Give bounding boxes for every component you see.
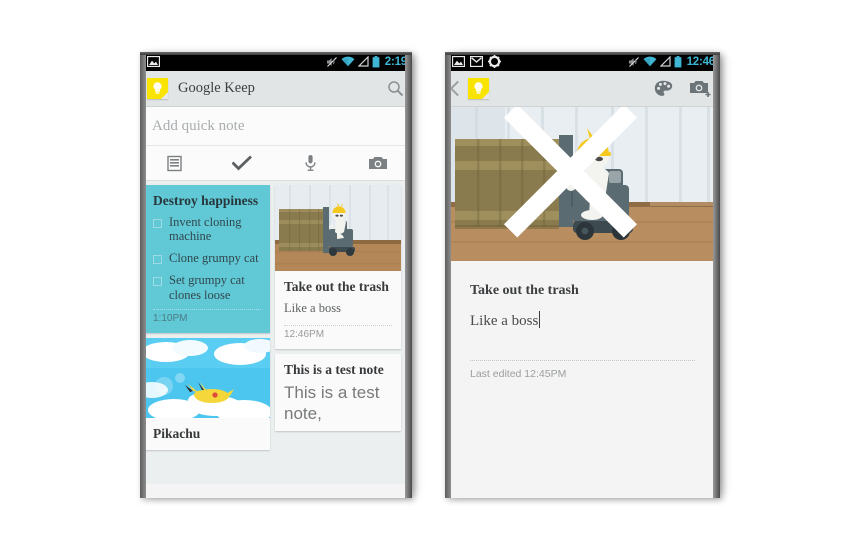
page-title: Google Keep bbox=[178, 80, 255, 96]
keep-logo-icon[interactable] bbox=[147, 78, 168, 99]
divider bbox=[153, 309, 261, 311]
palette-icon[interactable] bbox=[654, 80, 673, 97]
close-icon[interactable] bbox=[445, 107, 708, 248]
divider bbox=[284, 324, 392, 326]
gmail-icon bbox=[470, 56, 483, 67]
phone1-bezel-top bbox=[140, 52, 412, 55]
phone-device-note-detail: 12:46 Take out the trash Like a boss Las… bbox=[445, 52, 720, 498]
checklist-item[interactable]: Invent cloning machine bbox=[153, 215, 261, 245]
phone1-status-left-icons bbox=[147, 56, 160, 67]
checkmark-icon bbox=[232, 155, 252, 170]
phone2-status-right-icons: 12:46 bbox=[628, 55, 716, 68]
phone2-action-bar bbox=[445, 71, 720, 107]
phone1-screen: 2:19 Google Keep Add quick note Destroy … bbox=[140, 52, 412, 498]
checkbox-icon[interactable] bbox=[153, 255, 162, 265]
phone-device-list-view: 2:19 Google Keep Add quick note Destroy … bbox=[140, 52, 412, 498]
search-icon[interactable] bbox=[387, 80, 404, 97]
checklist-item[interactable]: Clone grumpy cat bbox=[153, 251, 261, 266]
quick-note-input[interactable]: Add quick note bbox=[140, 107, 412, 146]
camera-icon bbox=[369, 157, 387, 169]
note-body-field[interactable]: Like a boss bbox=[470, 313, 538, 330]
phone2-bezel-left bbox=[445, 52, 451, 498]
phone1-action-bar-actions bbox=[387, 80, 404, 97]
battery-icon bbox=[674, 55, 681, 67]
phone1-bezel-left bbox=[140, 52, 146, 498]
note-hero-image[interactable] bbox=[445, 107, 720, 261]
checkbox-icon[interactable] bbox=[153, 276, 162, 286]
text-cursor bbox=[539, 311, 541, 328]
checklist-item-label: Set grumpy cat clones loose bbox=[169, 272, 245, 302]
note-title: Pikachu bbox=[153, 426, 201, 442]
note-timestamp: 12:46PM bbox=[284, 328, 325, 340]
keep-logo-icon[interactable] bbox=[468, 78, 489, 99]
wifi-icon bbox=[643, 56, 656, 67]
note-body: Like a boss bbox=[284, 300, 341, 315]
new-list-button[interactable] bbox=[140, 155, 208, 172]
camera-add-icon[interactable] bbox=[689, 79, 712, 98]
note-title-field[interactable]: Take out the trash bbox=[470, 283, 695, 299]
checkbox-icon[interactable] bbox=[153, 218, 162, 228]
phone2-status-time: 12:46 bbox=[686, 55, 716, 68]
quick-note-placeholder: Add quick note bbox=[152, 117, 245, 134]
notes-column-left: Destroy happiness Invent cloning machine… bbox=[144, 185, 270, 484]
notes-grid: Destroy happiness Invent cloning machine… bbox=[140, 181, 412, 484]
gear-icon bbox=[488, 55, 501, 68]
phone1-bezel-right bbox=[405, 52, 412, 498]
mute-icon bbox=[628, 56, 639, 67]
crate bbox=[279, 209, 323, 251]
phone1-status-time: 2:19 bbox=[384, 55, 407, 68]
phone1-status-right-icons: 2:19 bbox=[326, 55, 407, 68]
note-card-pikachu[interactable]: Pikachu bbox=[144, 338, 270, 450]
note-card-test-note[interactable]: This is a test note This is a test note, bbox=[275, 353, 401, 431]
battery-icon bbox=[372, 55, 380, 67]
phone2-bezel-right bbox=[713, 52, 720, 498]
last-edited-label: Last edited 12:45PM bbox=[470, 368, 567, 380]
microphone-icon bbox=[304, 155, 316, 171]
note-title: Destroy happiness bbox=[153, 193, 259, 208]
wifi-icon bbox=[341, 56, 355, 67]
checklist-item-label: Clone grumpy cat bbox=[169, 251, 259, 266]
image-icon bbox=[452, 56, 465, 67]
note-body: This is a test note, bbox=[284, 383, 380, 423]
note-title: Take out the trash bbox=[284, 279, 389, 294]
signal-icon bbox=[357, 56, 369, 67]
checklist-item-label: Invent cloning machine bbox=[169, 214, 242, 244]
list-icon bbox=[166, 155, 182, 171]
note-card-destroy-happiness[interactable]: Destroy happiness Invent cloning machine… bbox=[144, 185, 270, 334]
mute-icon bbox=[326, 56, 337, 67]
quick-note-toolbar bbox=[140, 146, 412, 181]
note-timestamp: 1:10PM bbox=[153, 313, 188, 325]
pikachu-cloud-photo bbox=[144, 338, 270, 419]
new-photo-note-button[interactable] bbox=[344, 155, 412, 171]
checklist-item[interactable]: Set grumpy cat clones loose bbox=[153, 273, 261, 303]
phone2-bezel-top bbox=[445, 52, 720, 55]
forklift-toy-photo bbox=[275, 185, 401, 271]
phone2-action-bar-actions bbox=[654, 79, 712, 98]
divider bbox=[470, 360, 695, 361]
phone1-action-bar: Google Keep bbox=[140, 71, 412, 107]
notes-column-right: Take out the trash Like a boss 12:46PM T… bbox=[275, 185, 401, 484]
back-chevron-icon[interactable] bbox=[449, 80, 466, 97]
phone2-screen: 12:46 Take out the trash Like a boss Las… bbox=[445, 52, 720, 498]
phone2-status-left-icons bbox=[452, 55, 501, 68]
new-checklist-button[interactable] bbox=[208, 155, 276, 172]
note-detail-body: Take out the trash Like a boss Last edit… bbox=[445, 261, 720, 498]
note-card-take-out-the-trash[interactable]: Take out the trash Like a boss 12:46PM bbox=[275, 185, 401, 349]
note-title: This is a test note bbox=[284, 361, 384, 377]
new-voice-note-button[interactable] bbox=[276, 154, 344, 172]
image-icon bbox=[147, 56, 160, 67]
signal-icon bbox=[659, 56, 671, 67]
